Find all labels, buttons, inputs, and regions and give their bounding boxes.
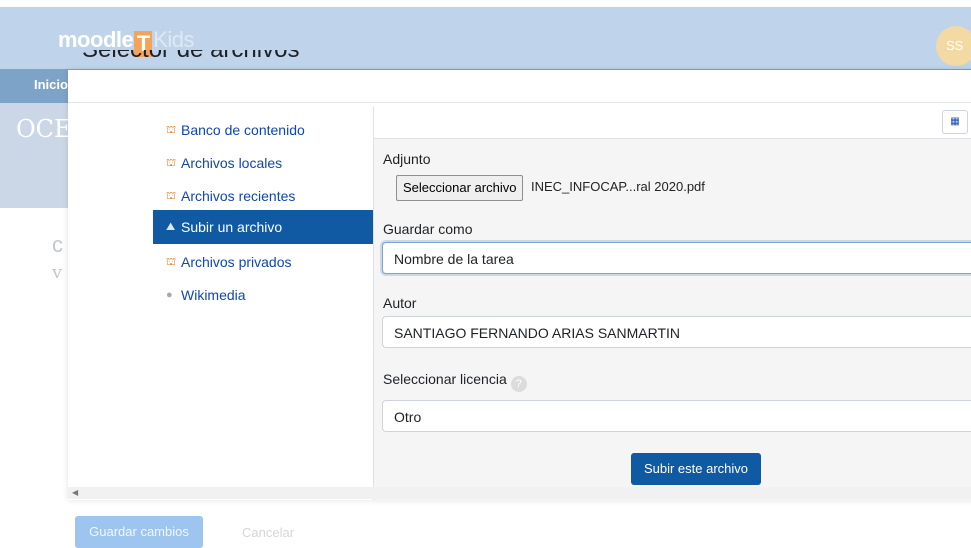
repo-item-wikimedia[interactable]: ● Wikimedia [153, 278, 373, 312]
user-avatar[interactable]: SS [936, 26, 971, 66]
folder-icon: ⛫ [166, 256, 177, 268]
upload-panel: ▦ Adjunto Seleccionar archivo INEC_INFOC… [373, 106, 971, 500]
repo-item-local-files[interactable]: ⛫ Archivos locales [153, 146, 373, 180]
author-input[interactable]: SANTIAGO FERNANDO ARIAS SANMARTIN [382, 316, 971, 348]
repo-item-label: Subir un archivo [181, 219, 283, 235]
wikimedia-icon: ● [166, 289, 173, 301]
license-label: Seleccionar licencia [383, 371, 507, 387]
save-changes-button[interactable]: Guardar cambios [75, 516, 203, 548]
folder-icon: ⛫ [166, 124, 177, 136]
background-text-2: v [52, 262, 63, 283]
repo-item-label: Banco de contenido [181, 122, 305, 138]
save-as-input[interactable]: Nombre de la tarea [382, 242, 971, 274]
license-select[interactable]: Otro [382, 400, 971, 432]
folder-icon: ⛫ [166, 157, 177, 169]
repository-sidebar: ⛫ Banco de contenido ⛫ Archivos locales … [68, 103, 373, 500]
scroll-left-icon[interactable]: ◀ [72, 487, 78, 499]
license-label-row: Seleccionar licencia? [383, 371, 527, 392]
horizontal-scrollbar[interactable]: ◀ [68, 487, 971, 499]
help-icon[interactable]: ? [510, 376, 527, 392]
repo-item-label: Archivos locales [181, 155, 283, 171]
logo-text: moodle [58, 27, 134, 52]
repo-item-upload-file[interactable]: ⛰ Subir un archivo [153, 210, 373, 244]
repo-item-private-files[interactable]: ⛫ Archivos privados [153, 245, 373, 279]
logo-kids: Kids [153, 27, 195, 52]
grid-view-icon[interactable]: ▦ [942, 110, 968, 134]
repo-item-label: Archivos recientes [181, 188, 296, 204]
hero-text: OCE [16, 115, 72, 143]
folder-icon: ⛫ [166, 190, 177, 202]
file-picker-dialog: Selector de archivos ⛫ Banco de contenid… [68, 50, 971, 500]
nav-item-home[interactable]: Inicio [34, 77, 68, 92]
save-as-label: Guardar como [383, 221, 473, 237]
repo-item-content-bank[interactable]: ⛫ Banco de contenido [153, 113, 373, 147]
upload-icon: ⛰ [166, 221, 176, 233]
background-text-1: c [52, 232, 63, 257]
cancel-button[interactable]: Cancelar [242, 525, 294, 540]
selected-file-name: INEC_INFOCAP...ral 2020.pdf [531, 179, 705, 194]
file-picker-toolbar: ▦ [374, 106, 971, 139]
attachment-label: Adjunto [383, 151, 431, 167]
repo-item-recent-files[interactable]: ⛫ Archivos recientes [153, 179, 373, 213]
upload-file-button[interactable]: Subir este archivo [631, 453, 761, 485]
dialog-title: Selector de archivos [82, 50, 299, 84]
repo-item-label: Wikimedia [181, 287, 246, 303]
choose-file-button[interactable]: Seleccionar archivo [396, 175, 524, 201]
repo-item-label: Archivos privados [181, 254, 292, 270]
author-label: Autor [383, 295, 417, 311]
